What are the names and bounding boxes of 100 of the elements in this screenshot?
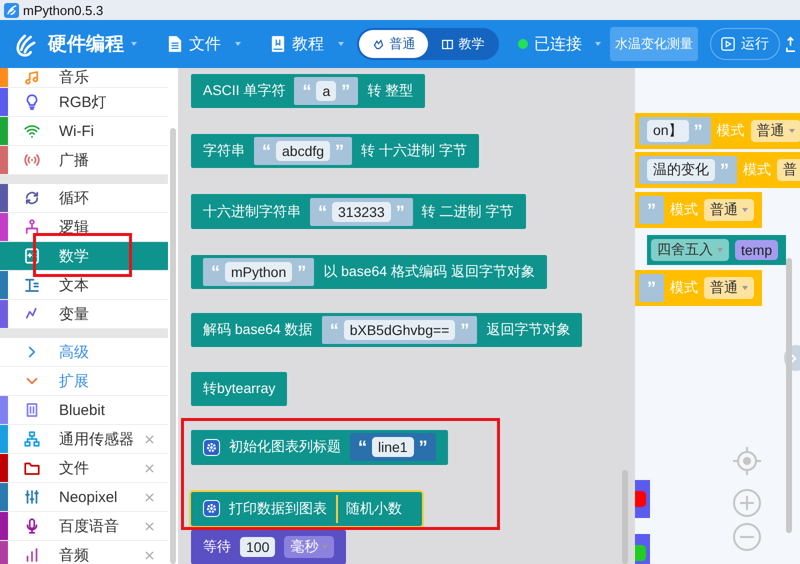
color-swatch[interactable] [635, 545, 646, 561]
quote-mark: ” [418, 438, 428, 456]
category-item[interactable]: 音频 [0, 541, 168, 564]
category-item[interactable]: Neopixel [0, 483, 168, 512]
category-item[interactable]: 变量 [0, 300, 168, 329]
category-label: 扩展 [59, 372, 90, 390]
block-label: 转 十六进制 字节 [361, 142, 467, 160]
loop-icon [23, 189, 41, 207]
code-block[interactable]: 温的变化 ” 模式 普 [635, 152, 800, 188]
quote-mark: “ [302, 82, 312, 100]
category-item[interactable]: 循环 [0, 184, 168, 213]
code-block[interactable]: 等待 100 毫秒 [191, 530, 346, 564]
category-label: 文本 [59, 276, 90, 294]
category-label: 音乐 [59, 68, 90, 87]
dropdown[interactable]: 普通 [750, 120, 800, 142]
close-icon[interactable] [145, 522, 154, 530]
code-block[interactable]: 打印数据到图表 随机小数 [191, 492, 422, 526]
block-label: 模式 [670, 201, 698, 219]
category-label: Neopixel [59, 488, 118, 506]
gear-icon[interactable] [203, 438, 220, 456]
dropdown-arrow-icon [322, 544, 328, 549]
text-field[interactable]: line1 [372, 437, 414, 458]
play-icon [721, 37, 735, 51]
text-field[interactable]: 313233 [332, 202, 391, 222]
chevron-right-icon [789, 354, 798, 362]
category-item[interactable]: 广播 [0, 146, 168, 175]
dropdown[interactable]: 四舍五入 [651, 239, 729, 261]
upload-icon[interactable] [786, 35, 795, 53]
code-block[interactable]: ” 模式 普通 [635, 270, 762, 306]
close-icon[interactable] [145, 550, 154, 560]
scrollbar[interactable] [170, 128, 176, 564]
category-label: 广播 [59, 150, 90, 170]
mode-tab[interactable]: 普通 [359, 30, 428, 58]
close-icon[interactable] [145, 434, 154, 444]
category-label: 变量 [59, 304, 90, 324]
code-block[interactable]: ASCII 单字符 “ a ” 转 整型 [191, 74, 426, 108]
category-item[interactable]: 百度语音 [0, 512, 168, 541]
text-field[interactable]: 温的变化 [647, 159, 715, 181]
dropdown[interactable]: 普通 [704, 277, 754, 299]
code-block[interactable]: 十六进制字符串 “ 313233 ” 转 二进制 字节 [191, 194, 526, 229]
code-block[interactable]: 转bytearray [191, 372, 288, 406]
dropdown-arrow-icon [717, 248, 723, 252]
menu-button[interactable]: 文件 [168, 34, 266, 54]
quote-mark: ” [335, 142, 344, 160]
zoom-out-icon[interactable] [732, 522, 762, 552]
category-item[interactable]: 文本 [0, 271, 168, 300]
dropdown[interactable]: 普通 [704, 199, 754, 221]
code-block[interactable]: 初始化图表列标题 “ line1 ” [191, 430, 448, 465]
close-icon[interactable] [145, 464, 154, 472]
code-block[interactable]: ” 模式 普通 [635, 192, 762, 228]
category-item[interactable]: Bluebit [0, 396, 168, 425]
dropdown[interactable]: 普 [777, 159, 800, 181]
block-label: 转bytearray [203, 380, 276, 398]
number-field[interactable]: 100 [240, 536, 276, 557]
connection-menu[interactable]: 已连接 [518, 34, 604, 54]
scrollbar[interactable] [622, 470, 628, 564]
tree-icon [23, 218, 41, 236]
category-item[interactable]: 音乐 [0, 68, 168, 88]
text-icon [23, 276, 41, 294]
close-icon[interactable] [145, 492, 154, 502]
text-field[interactable]: bXB5dGhvbg== [344, 320, 456, 340]
block-label: ASCII 单字符 [203, 82, 286, 100]
category-item[interactable]: RGB灯 [0, 88, 168, 117]
gear-icon[interactable] [203, 500, 220, 518]
quote-mark: ” [720, 161, 729, 179]
category-label: Wi-Fi [59, 122, 95, 140]
code-block[interactable]: 字符串 “ abcdfg ” 转 十六进制 字节 [191, 134, 479, 168]
zoom-in-icon[interactable] [732, 488, 762, 518]
category-label: Bluebit [59, 402, 106, 418]
code-block[interactable]: 四舍五入 temp [647, 235, 786, 265]
quote-mark: “ [318, 202, 327, 221]
text-field[interactable]: abcdfg [276, 141, 330, 162]
block-label: 模式 [670, 279, 698, 297]
code-block[interactable]: on】 ” 模式 普通 [635, 113, 800, 149]
mode-tab[interactable]: 教学 [428, 30, 497, 58]
block-label: 转 二进制 字节 [422, 202, 514, 221]
code-block[interactable]: 解码 base64 数据 “ bXB5dGhvbg== ” 返回字节对象 [191, 312, 582, 348]
category-item[interactable]: 数学 [0, 242, 168, 271]
brand-title[interactable]: 硬件编程 [48, 31, 124, 57]
connection-label: 已连接 [534, 34, 582, 54]
category-item[interactable]: 通用传感器 [0, 425, 168, 454]
recenter-icon[interactable] [732, 446, 762, 476]
quote-mark: ” [647, 201, 656, 219]
category-item[interactable]: 文件 [0, 454, 168, 483]
code-block[interactable]: “ mPython ” 以 base64 格式编码 返回字节对象 [191, 254, 547, 289]
category-label: 音频 [59, 546, 90, 564]
run-button[interactable]: 运行 [710, 28, 780, 60]
category-label: 数学 [59, 246, 90, 266]
dropdown-arrow-icon [742, 286, 748, 290]
dropdown-arrow-icon [742, 208, 748, 212]
color-swatch[interactable] [635, 491, 646, 507]
variable-dropdown[interactable]: temp [735, 240, 778, 260]
app-logo-icon [4, 2, 19, 18]
category-item[interactable]: Wi-Fi [0, 117, 168, 146]
scrollbar[interactable] [786, 258, 792, 533]
text-field[interactable]: mPython [225, 262, 292, 282]
music-note-icon [23, 68, 41, 86]
menu-button[interactable]: 教程 [271, 34, 351, 54]
text-field[interactable]: on】 [647, 120, 689, 142]
text-field[interactable]: a [316, 81, 336, 102]
